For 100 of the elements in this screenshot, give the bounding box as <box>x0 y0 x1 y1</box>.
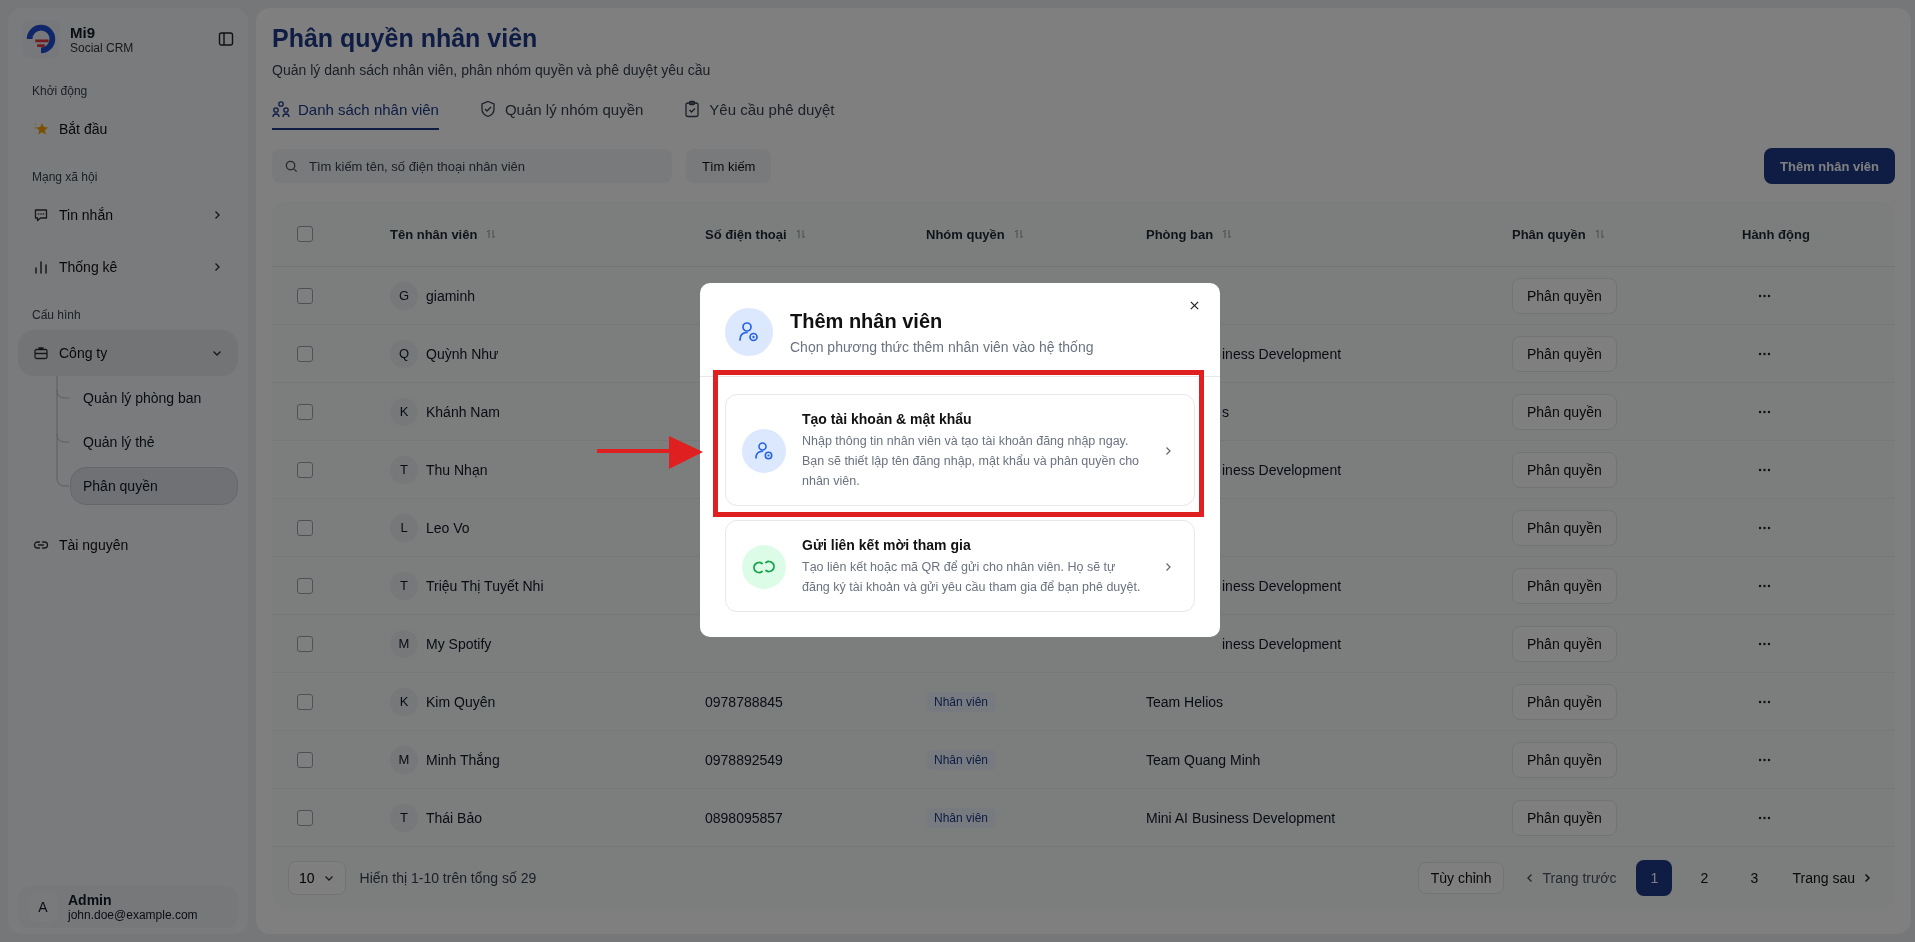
page-button[interactable]: 3 <box>1736 860 1773 896</box>
bar-chart-icon <box>33 259 49 275</box>
nav-item[interactable]: Thống kê <box>18 244 238 290</box>
row-checkbox[interactable] <box>297 577 313 594</box>
tab[interactable]: Yêu cầu phê duyệt <box>683 92 835 130</box>
more-icon[interactable] <box>1758 409 1771 414</box>
employee-name: giaminh <box>426 287 476 304</box>
employee-name: Minh Thắng <box>426 751 500 768</box>
sidebar-toggle-icon[interactable] <box>218 31 234 47</box>
user-add-icon <box>725 308 773 356</box>
more-icon[interactable] <box>1758 699 1771 704</box>
permission-button[interactable]: Phân quyền <box>1512 567 1617 604</box>
permission-button[interactable]: Phân quyền <box>1512 451 1617 488</box>
page-button[interactable]: 2 <box>1686 860 1723 896</box>
sort-icon <box>794 228 807 240</box>
more-icon[interactable] <box>1758 467 1771 472</box>
more-icon[interactable] <box>1758 815 1771 820</box>
more-icon[interactable] <box>1758 351 1771 356</box>
nav-subitem[interactable]: Quản lý thẻ <box>70 423 238 461</box>
department-name: iness Development <box>1222 461 1342 478</box>
permission-button[interactable]: Phân quyền <box>1512 277 1617 314</box>
column-header[interactable]: Phòng ban <box>1146 226 1234 242</box>
role-tag: Nhân viên <box>926 691 997 712</box>
dialog-subtitle: Chọn phương thức thêm nhân viên vào hệ thống <box>790 338 1094 355</box>
more-icon[interactable] <box>1758 757 1771 762</box>
search-field[interactable]: Tìm kiếm tên, số điện thoại nhân viên <box>272 149 672 183</box>
avatar: T <box>390 571 418 600</box>
nav-item[interactable]: Bắt đầu <box>18 106 238 152</box>
department-name: Team Quang Minh <box>1146 751 1261 768</box>
customize-button[interactable]: Tùy chỉnh <box>1417 862 1505 894</box>
brand-name: Mi9 <box>70 23 96 41</box>
department-name: Team Helios <box>1146 693 1224 710</box>
dialog-title: Thêm nhân viên <box>790 309 944 333</box>
permission-button[interactable]: Phân quyền <box>1512 799 1617 836</box>
page-button[interactable]: 1 <box>1636 860 1673 896</box>
tab[interactable]: Quản lý nhóm quyền <box>478 92 644 130</box>
tab[interactable]: Danh sách nhân viên <box>272 92 439 130</box>
avatar: T <box>390 455 418 484</box>
user-add-icon <box>742 429 786 473</box>
user-email: john.doe@example.com <box>68 908 198 922</box>
phone-number: 0898095857 <box>705 809 783 826</box>
role-tag: Nhân viên <box>926 807 997 828</box>
column-header[interactable]: Phân quyền <box>1512 226 1606 242</box>
avatar: G <box>390 281 418 310</box>
page-size-select[interactable]: 10 <box>288 861 346 895</box>
department-name: iness Development <box>1222 635 1342 652</box>
phone-number: 0978788845 <box>705 693 783 710</box>
avatar: K <box>390 397 418 426</box>
nav-subitem[interactable]: Quản lý phòng ban <box>70 379 238 417</box>
permission-button[interactable]: Phân quyền <box>1512 625 1617 662</box>
row-checkbox[interactable] <box>297 461 313 478</box>
row-checkbox[interactable] <box>297 403 313 420</box>
employee-name: Triệu Thị Tuyết Nhi <box>426 577 544 594</box>
shield-check-icon <box>478 100 497 118</box>
row-checkbox[interactable] <box>297 751 313 768</box>
row-checkbox[interactable] <box>297 635 313 652</box>
star-icon <box>33 121 49 137</box>
department-name: s <box>1222 403 1229 420</box>
avatar: M <box>390 629 418 658</box>
column-header[interactable]: Tên nhân viên <box>390 226 498 242</box>
sort-icon <box>1593 228 1606 240</box>
search-button[interactable]: Tìm kiếm <box>686 149 772 183</box>
row-checkbox[interactable] <box>297 519 313 536</box>
department-name: Mini AI Business Development <box>1146 809 1336 826</box>
employee-name: Khánh Nam <box>426 403 500 420</box>
option-card[interactable]: Gửi liên kết mời tham gia Tạo liên kết hoặc mã QR để gửi cho nhân viên. Họ sẽ tự đăng ký tài khoản và gửi yêu cầu tham gia để bạn phê duyệt. <box>725 520 1195 612</box>
column-header[interactable]: Số điện thoại <box>705 226 807 242</box>
more-icon[interactable] <box>1758 583 1771 588</box>
page-title: Phân quyền nhân viên <box>272 23 538 54</box>
section-label: Khởi động <box>31 83 89 100</box>
row-checkbox[interactable] <box>297 287 313 304</box>
briefcase-icon <box>33 345 49 361</box>
permission-button[interactable]: Phân quyền <box>1512 509 1617 546</box>
chat-icon <box>33 207 49 223</box>
section-label: Cấu hình <box>31 307 82 324</box>
nav-item[interactable]: Công ty <box>18 330 238 376</box>
row-checkbox[interactable] <box>297 345 313 362</box>
row-checkbox[interactable] <box>297 809 313 826</box>
next-page-button[interactable]: Trang sau <box>1786 870 1879 886</box>
option-card[interactable]: Tạo tài khoản & mật khẩu Nhập thông tin nhân viên và tạo tài khoản đăng nhập ngay. Bạn sẽ thiết lập tên đăng nhập, mật khẩu và phân quyền cho nhân viên. <box>725 394 1195 506</box>
avatar: M <box>390 745 418 774</box>
select-all-checkbox[interactable] <box>297 226 313 242</box>
section-label: Mạng xã hội <box>31 169 99 186</box>
sort-icon <box>485 228 498 240</box>
permission-button[interactable]: Phân quyền <box>1512 741 1617 778</box>
permission-button[interactable]: Phân quyền <box>1512 683 1617 720</box>
row-checkbox[interactable] <box>297 693 313 710</box>
permission-button[interactable]: Phân quyền <box>1512 393 1617 430</box>
nav-item[interactable]: Tài nguyên <box>18 522 238 568</box>
more-icon[interactable] <box>1758 525 1771 530</box>
add-employee-button[interactable]: Thêm nhân viên <box>1764 148 1895 184</box>
more-icon[interactable] <box>1758 293 1771 298</box>
column-header[interactable]: Nhóm quyền <box>926 226 1025 242</box>
brand-subtitle: Social CRM <box>70 40 135 55</box>
more-icon[interactable] <box>1758 641 1771 646</box>
nav-subitem[interactable]: Phân quyền <box>70 467 238 505</box>
close-icon[interactable] <box>1189 300 1200 311</box>
nav-item[interactable]: Tin nhắn <box>18 192 238 238</box>
users-icon <box>272 100 290 118</box>
permission-button[interactable]: Phân quyền <box>1512 335 1617 372</box>
